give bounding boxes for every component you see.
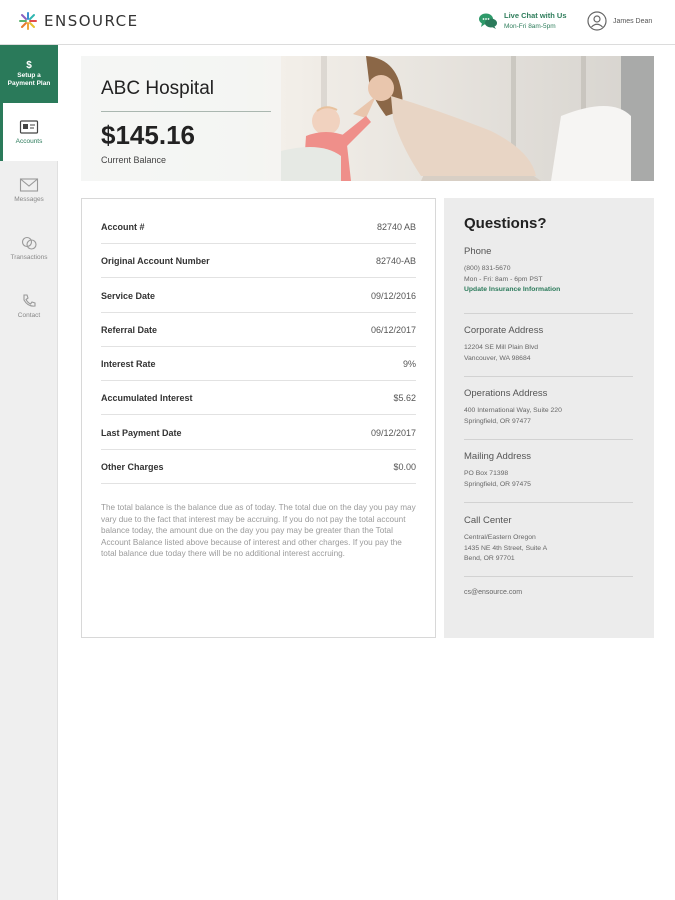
detail-value: 09/12/2017: [370, 427, 416, 438]
operations-address-line1: 400 International Way, Suite 220: [464, 407, 562, 414]
corporate-address-line1: 12204 SE Mill Plain Blvd: [464, 344, 539, 351]
detail-value: 09/12/2016: [370, 290, 416, 301]
sidebar-item-label: Accounts: [15, 138, 43, 145]
sidebar-item-label: Contact: [17, 312, 41, 319]
live-chat-hours: Mon-Fri 8am-5pm: [504, 23, 556, 30]
detail-row-service-date: Service Date 09/12/2016: [101, 279, 416, 313]
user-avatar-icon: [587, 11, 607, 31]
detail-value: 82740-AB: [375, 255, 416, 266]
detail-label: Original Account Number: [101, 255, 210, 266]
corporate-address-section: Corporate Address 12204 SE Mill Plain Bl…: [464, 325, 633, 377]
ensource-logo[interactable]: ENSOURCE: [18, 11, 139, 31]
detail-value: 82740 AB: [376, 221, 416, 232]
phone-heading: Phone: [464, 246, 492, 257]
phone-number[interactable]: (800) 831-5670: [464, 264, 633, 275]
detail-label: Account #: [101, 221, 145, 232]
detail-value: $0.00: [393, 461, 416, 472]
sidebar-item-label: Messages: [14, 196, 44, 203]
creditor-name: ABC Hospital: [101, 78, 214, 99]
accounts-icon: [19, 120, 39, 134]
call-center-section: Call Center Central/Eastern Oregon 1435 …: [464, 515, 633, 577]
detail-row-referral-date: Referral Date 06/12/2017: [101, 313, 416, 347]
dollar-icon: $: [26, 60, 32, 71]
detail-row-account-number: Account # 82740 AB: [101, 210, 416, 244]
phone-icon: [23, 294, 36, 307]
sidebar-item-contact[interactable]: Contact: [0, 277, 58, 335]
detail-label: Last Payment Date: [101, 427, 182, 438]
call-center-line2: 1435 NE 4th Street, Suite A: [464, 544, 548, 552]
account-banner: ABC Hospital $145.16 Current Balance: [81, 56, 654, 181]
envelope-icon: [19, 178, 39, 192]
mother-and-baby-photo: [281, 56, 654, 181]
sidebar-item-label: Transactions: [10, 254, 48, 261]
account-details-card: Account # 82740 AB Original Account Numb…: [81, 198, 436, 638]
setup-payment-plan-button[interactable]: $ Setup a Payment Plan: [0, 45, 58, 103]
payment-plan-label-line1: Setup a: [17, 72, 41, 79]
update-insurance-link[interactable]: Update Insurance Information: [464, 285, 633, 296]
operations-address-section: Operations Address 400 International Way…: [464, 388, 633, 440]
user-name: James Dean: [613, 17, 653, 25]
detail-row-accumulated-interest: Accumulated Interest $5.62: [101, 381, 416, 415]
logo-text: ENSOURCE: [44, 12, 139, 30]
current-balance-amount: $145.16: [101, 120, 195, 150]
mailing-address-heading: Mailing Address: [464, 451, 532, 462]
detail-value: $5.62: [393, 392, 416, 403]
detail-row-interest-rate: Interest Rate 9%: [101, 347, 416, 381]
transactions-icon: [21, 236, 37, 250]
questions-title: Questions?: [464, 215, 547, 232]
phone-hours: Mon - Fri: 8am - 6pm PST: [464, 275, 543, 283]
phone-section: Phone (800) 831-5670 Mon - Fri: 8am - 6p…: [464, 246, 633, 314]
call-center-line3: Bend, OR 97701: [464, 555, 515, 562]
detail-label: Interest Rate: [101, 358, 156, 369]
detail-value: 9%: [402, 358, 416, 369]
sidebar-item-transactions[interactable]: Transactions: [0, 219, 58, 277]
detail-row-last-payment-date: Last Payment Date 09/12/2017: [101, 416, 416, 450]
operations-address-line2: Springfield, OR 97477: [464, 417, 531, 425]
questions-panel: Questions? Phone (800) 831-5670 Mon - Fr…: [444, 198, 654, 638]
detail-label: Referral Date: [101, 324, 158, 335]
detail-row-original-account-number: Original Account Number 82740-AB: [101, 244, 416, 278]
corporate-address-line2: Vancouver, WA 98684: [464, 354, 531, 362]
sidebar-item-messages[interactable]: Messages: [0, 161, 58, 219]
chat-bubbles-icon: [479, 13, 497, 29]
detail-label: Accumulated Interest: [101, 392, 193, 403]
user-menu[interactable]: James Dean: [587, 11, 652, 31]
detail-label: Service Date: [101, 290, 156, 301]
sidebar: $ Setup a Payment Plan Accounts Messages…: [0, 45, 58, 900]
mailing-address-line2: Springfield, OR 97475: [464, 480, 531, 488]
mailing-address-section: Mailing Address PO Box 71398 Springfield…: [464, 451, 633, 503]
detail-label: Other Charges: [101, 461, 164, 472]
banner-divider: [101, 111, 271, 112]
top-header: ENSOURCE Live Chat with Us Mon-Fri 8am-5…: [0, 0, 675, 45]
mailing-address-line1: PO Box 71398: [464, 470, 509, 477]
payment-plan-label-line2: Payment Plan: [7, 80, 51, 87]
balance-disclaimer: The total balance is the balance due as …: [101, 503, 416, 559]
corporate-address-heading: Corporate Address: [464, 325, 544, 336]
call-center-heading: Call Center: [464, 515, 512, 526]
operations-address-heading: Operations Address: [464, 388, 548, 399]
live-chat-button[interactable]: Live Chat with Us Mon-Fri 8am-5pm: [478, 10, 567, 32]
sidebar-item-accounts[interactable]: Accounts: [0, 103, 58, 161]
current-balance-label: Current Balance: [101, 155, 167, 165]
detail-row-other-charges: Other Charges $0.00: [101, 450, 416, 484]
detail-value: 06/12/2017: [370, 324, 416, 335]
live-chat-title: Live Chat with Us: [504, 11, 567, 20]
ensource-logo-mark-icon: [19, 12, 37, 30]
call-center-line1: Central/Eastern Oregon: [464, 534, 536, 541]
support-email-link[interactable]: cs@ensource.com: [464, 589, 522, 596]
